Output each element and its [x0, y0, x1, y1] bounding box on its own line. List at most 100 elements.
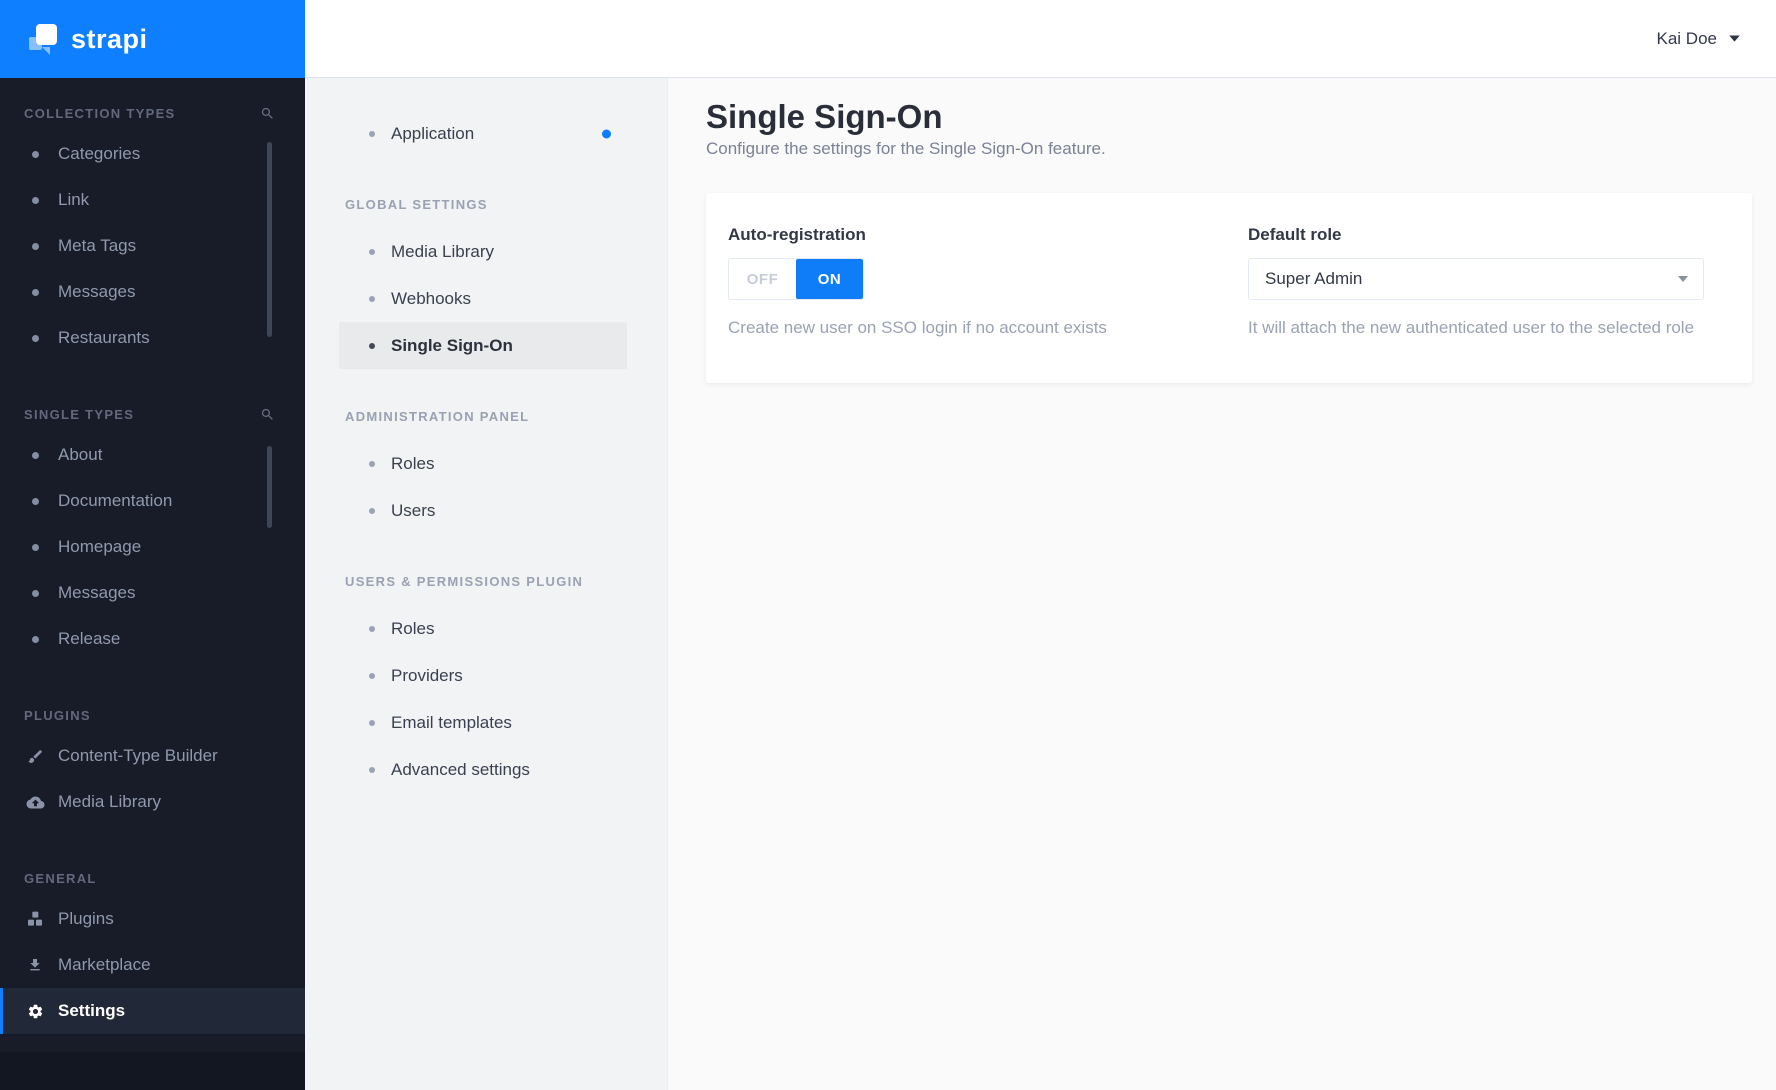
right-region: Kai Doe Application GLOBAL SETTINGS Medi… [305, 0, 1776, 1090]
settings-menu-item-application[interactable]: Application [305, 110, 667, 157]
settings-menu-item-admin-roles[interactable]: Roles [305, 440, 667, 487]
bullet-icon [31, 196, 39, 204]
settings-menu-item-label: Email templates [391, 712, 512, 732]
sidebar-item-messages-single[interactable]: Messages [0, 570, 305, 616]
settings-menu-item-label: Single Sign-On [391, 335, 513, 355]
scrollbar-thumb[interactable] [267, 142, 272, 337]
main-content: Single Sign-On Configure the settings fo… [668, 78, 1776, 1090]
settings-menu-item-up-roles[interactable]: Roles [305, 605, 667, 652]
sso-settings-card: Auto-registration OFF ON Create new user… [706, 193, 1752, 384]
settings-menu-item-label: Advanced settings [391, 759, 530, 779]
sidebar-item-label: Restaurants [58, 328, 150, 347]
section-title: GENERAL [24, 871, 97, 886]
default-role-label: Default role [1248, 225, 1342, 245]
sidebar-item-media-library[interactable]: Media Library [0, 779, 305, 825]
settings-menu-item-label: Application [391, 123, 475, 143]
scrollbar-thumb[interactable] [267, 446, 272, 528]
settings-menu-item-single-sign-on[interactable]: Single Sign-On [339, 322, 627, 369]
sidebar-item-label: Settings [58, 1001, 126, 1020]
bullet-icon [369, 672, 375, 679]
settings-menu-item-advanced-settings[interactable]: Advanced settings [305, 746, 667, 793]
settings-sidebar: Application GLOBAL SETTINGS Media Librar… [305, 78, 668, 1090]
section-header-single-types: SINGLE TYPES [24, 407, 275, 422]
section-title: PLUGINS [24, 708, 91, 723]
default-role-field: Default role Super Admin It will attach … [1230, 225, 1732, 383]
section-header-collection-types: COLLECTION TYPES [24, 106, 275, 121]
sidebar-item-categories[interactable]: Categories [0, 131, 305, 177]
settings-group-title-administration-panel: ADMINISTRATION PANEL [345, 409, 530, 424]
gear-icon [24, 1003, 46, 1020]
sidebar-item-plugins[interactable]: Plugins [0, 896, 305, 942]
default-role-select[interactable]: Super Admin [1248, 258, 1704, 301]
sidebar-item-label: Media Library [58, 792, 161, 811]
sidebar-item-documentation[interactable]: Documentation [0, 478, 305, 524]
page-title: Single Sign-On [706, 98, 943, 135]
settings-group-title-global-settings: GLOBAL SETTINGS [345, 197, 488, 212]
bullet-icon [31, 451, 39, 459]
sidebar-item-about[interactable]: About [0, 432, 305, 478]
bullet-icon [31, 334, 39, 342]
auto-registration-description: Create new user on SSO login if no accou… [728, 318, 1107, 338]
settings-menu-item-admin-users[interactable]: Users [305, 487, 667, 534]
sidebar-item-homepage[interactable]: Homepage [0, 524, 305, 570]
section-title: COLLECTION TYPES [24, 106, 176, 121]
settings-menu-item-media-library[interactable]: Media Library [305, 228, 667, 275]
settings-menu-item-label: Roles [391, 453, 435, 473]
topbar: Kai Doe [305, 0, 1776, 78]
sidebar-item-label: About [58, 445, 103, 464]
section-header-general: GENERAL [24, 871, 275, 886]
bullet-icon [369, 342, 375, 349]
sidebar-item-label: Release [58, 629, 121, 648]
content-row: Application GLOBAL SETTINGS Media Librar… [305, 78, 1776, 1090]
caret-down-icon [1729, 35, 1740, 42]
cloud-upload-icon [24, 795, 46, 810]
sidebar-item-label: Documentation [58, 491, 173, 510]
sidebar-item-label: Homepage [58, 537, 142, 556]
sidebar-item-meta-tags[interactable]: Meta Tags [0, 223, 305, 269]
toggle-on-button[interactable]: ON [796, 259, 863, 300]
sidebar-item-restaurants[interactable]: Restaurants [0, 315, 305, 361]
settings-menu-item-label: Providers [391, 665, 463, 685]
main-sidebar: strapi COLLECTION TYPES Categories Link … [0, 0, 305, 1090]
default-role-description: It will attach the new authenticated use… [1248, 318, 1695, 338]
main-nav: COLLECTION TYPES Categories Link Meta Ta… [0, 78, 305, 1034]
settings-menu-item-webhooks[interactable]: Webhooks [305, 275, 667, 322]
sidebar-item-label: Messages [58, 583, 136, 602]
sidebar-item-label: Meta Tags [58, 236, 137, 255]
toggle-off-button[interactable]: OFF [729, 259, 796, 300]
auto-registration-label: Auto-registration [728, 225, 866, 245]
sidebar-item-label: Categories [58, 144, 141, 163]
bullet-icon [369, 625, 375, 632]
sidebar-item-content-type-builder[interactable]: Content-Type Builder [0, 733, 305, 779]
sidebar-item-marketplace[interactable]: Marketplace [0, 942, 305, 988]
default-role-value: Super Admin [1265, 269, 1363, 289]
user-menu[interactable]: Kai Doe [1657, 29, 1740, 49]
sidebar-item-settings[interactable]: Settings [0, 988, 305, 1034]
download-icon [24, 957, 46, 973]
bullet-icon [31, 150, 39, 158]
sidebar-item-label: Marketplace [58, 955, 151, 974]
section-title: SINGLE TYPES [24, 407, 135, 422]
sidebar-item-link[interactable]: Link [0, 177, 305, 223]
section-header-plugins: PLUGINS [24, 708, 275, 723]
bullet-icon [31, 635, 39, 643]
sidebar-item-release[interactable]: Release [0, 616, 305, 662]
settings-menu-item-email-templates[interactable]: Email templates [305, 699, 667, 746]
sidebar-item-label: Messages [58, 282, 136, 301]
settings-menu-item-providers[interactable]: Providers [305, 652, 667, 699]
user-name: Kai Doe [1656, 28, 1717, 48]
auto-registration-field: Auto-registration OFF ON Create new user… [728, 225, 1230, 383]
search-icon[interactable] [260, 407, 275, 422]
search-icon[interactable] [260, 106, 275, 121]
settings-group-title-users-permissions-plugin: USERS & PERMISSIONS PLUGIN [345, 574, 584, 589]
bullet-icon [369, 766, 375, 773]
bullet-icon [31, 242, 39, 250]
bullet-icon [31, 288, 39, 296]
bullet-icon [31, 497, 39, 505]
sidebar-item-messages[interactable]: Messages [0, 269, 305, 315]
bullet-icon [369, 130, 375, 137]
strapi-logo[interactable]: strapi [0, 0, 305, 78]
bullet-icon [31, 589, 39, 597]
brand-name: strapi [71, 23, 148, 54]
brush-icon [24, 748, 46, 765]
